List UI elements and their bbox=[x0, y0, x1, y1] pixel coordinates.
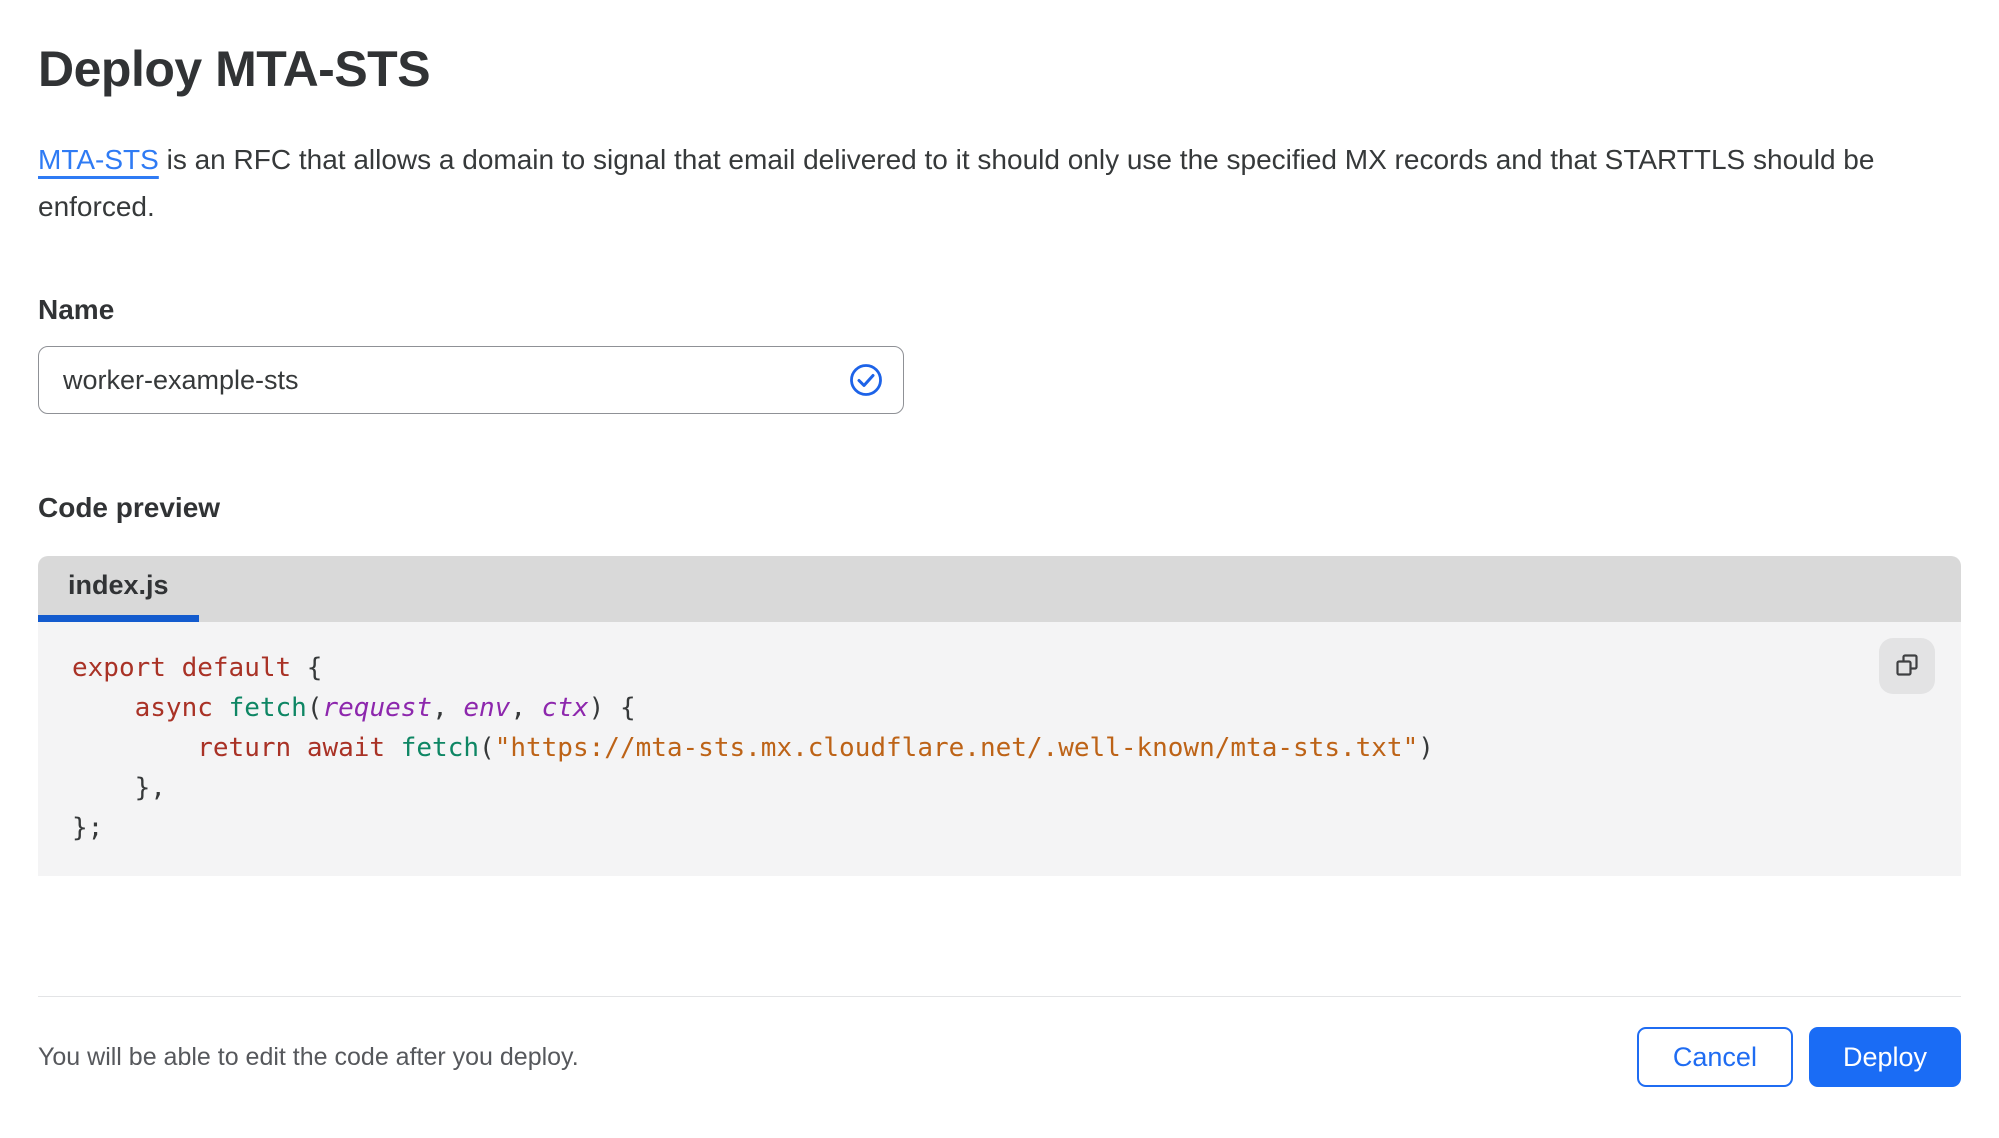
name-label: Name bbox=[38, 294, 115, 325]
code-line: export default { bbox=[72, 653, 323, 683]
name-input[interactable] bbox=[38, 346, 904, 414]
description-text: is an RFC that allows a domain to signal… bbox=[38, 144, 1875, 222]
code-preview-label: Code preview bbox=[38, 492, 221, 523]
page-title: Deploy MTA-STS bbox=[38, 41, 431, 97]
check-circle-icon bbox=[848, 362, 884, 398]
code-line: return await fetch("https://mta-sts.mx.c… bbox=[197, 733, 1434, 763]
code-preview-panel: index.js export default { async fetch(re… bbox=[38, 556, 1961, 876]
code-line: }; bbox=[72, 813, 104, 843]
footer-note: You will be able to edit the code after … bbox=[38, 1042, 579, 1071]
tab-index-js[interactable]: index.js bbox=[38, 556, 199, 622]
description: MTA-STS is an RFC that allows a domain t… bbox=[38, 136, 1928, 230]
code-line: async fetch(request, env, ctx) { bbox=[134, 693, 636, 723]
code-area: export default { async fetch(request, en… bbox=[38, 622, 1961, 876]
footer-actions: Cancel Deploy bbox=[1636, 1027, 1961, 1087]
footer: You will be able to edit the code after … bbox=[38, 997, 1961, 1087]
deploy-mta-sts-page: Deploy MTA-STS MTA-STS is an RFC that al… bbox=[0, 0, 1999, 1087]
code-line: }, bbox=[72, 773, 166, 803]
copy-button[interactable] bbox=[1879, 638, 1935, 694]
copy-icon bbox=[1892, 650, 1922, 683]
cancel-button[interactable]: Cancel bbox=[1636, 1027, 1793, 1087]
name-field bbox=[38, 346, 904, 414]
code-tab-bar: index.js bbox=[38, 556, 1961, 622]
mta-sts-link[interactable]: MTA-STS bbox=[38, 144, 159, 175]
deploy-button[interactable]: Deploy bbox=[1808, 1027, 1961, 1087]
code-block: export default { async fetch(request, en… bbox=[72, 648, 1961, 848]
